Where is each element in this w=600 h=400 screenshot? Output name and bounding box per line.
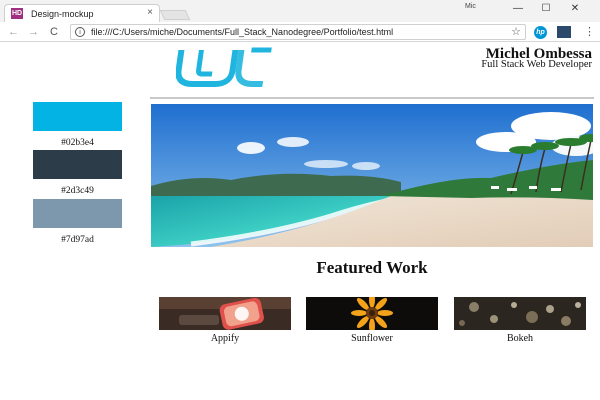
tab-favicon-icon: HD [11,8,23,19]
reload-icon[interactable]: C [50,24,58,40]
browser-tab[interactable]: HD Design-mockup × [4,4,160,22]
new-tab-button[interactable] [159,10,191,20]
color-swatch-muted [33,199,122,228]
browser-menu-icon[interactable]: ⋮ [584,25,595,39]
bokeh-label: Bokeh [506,333,534,344]
header-divider [150,97,594,99]
featured-work-heading: Featured Work [316,258,428,277]
extension-icon[interactable] [557,26,571,38]
sunflower-image[interactable] [306,297,438,330]
appify-label: Appify [210,333,240,344]
color-swatch-primary [33,102,122,131]
back-icon[interactable]: ← [8,24,19,40]
color-swatch-label: #7d97ad [61,235,94,245]
owner-role: Full Stack Web Developer [481,59,592,70]
close-window-icon[interactable]: ✕ [566,2,584,16]
color-swatch-label: #02b3e4 [61,138,94,148]
hp-extension-icon[interactable]: hp [534,26,547,39]
sunflower-label: Sunflower [351,333,393,344]
info-icon[interactable]: i [75,27,85,37]
tab-title: Design-mockup [31,9,94,19]
udacity-logo-icon [175,46,272,93]
minimize-icon[interactable]: — [509,2,527,16]
tab-close-icon[interactable]: × [147,6,153,20]
address-bar[interactable]: i file:///C:/Users/miche/Documents/Full_… [70,24,526,40]
browser-toolbar: ← → C i file:///C:/Users/miche/Documents… [0,22,600,42]
color-swatch-label: #2d3c49 [61,186,94,196]
maximize-icon[interactable]: ☐ [537,2,555,16]
beach-image [151,104,593,247]
url-text[interactable]: file:///C:/Users/miche/Documents/Full_St… [91,26,393,38]
color-swatch-dark [33,150,122,179]
window-user-badge[interactable]: Mic [465,3,476,10]
bokeh-image[interactable] [454,297,586,330]
forward-icon[interactable]: → [28,24,39,40]
browser-titlebar: HD Design-mockup × Mic — ☐ ✕ [0,0,600,22]
bookmark-star-icon[interactable]: ☆ [511,25,521,39]
appify-image[interactable] [159,297,291,330]
